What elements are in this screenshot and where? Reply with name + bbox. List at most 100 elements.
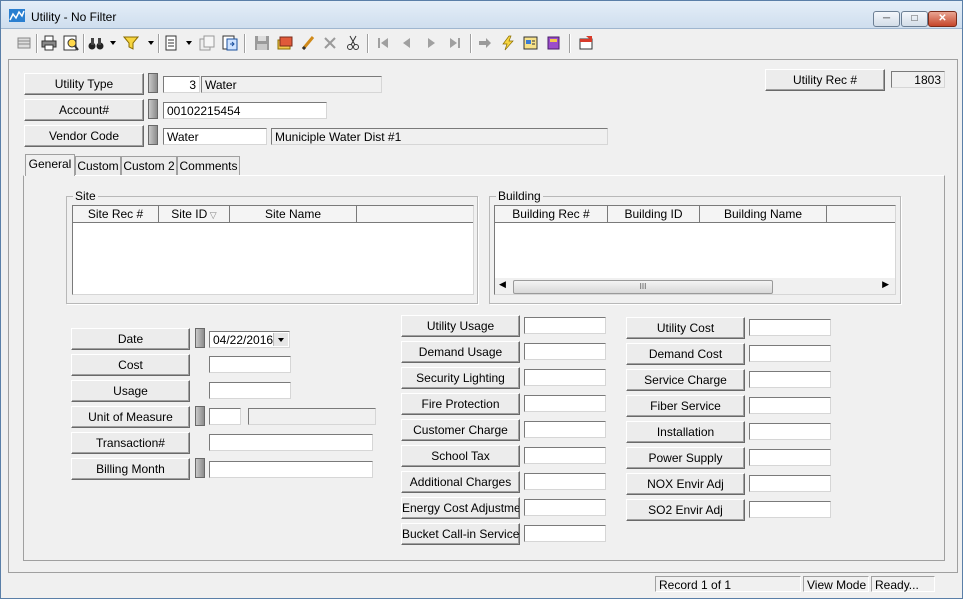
- building-col-name[interactable]: Building Name: [700, 206, 827, 223]
- goto-icon[interactable]: [475, 33, 495, 53]
- installation-field[interactable]: [749, 423, 831, 440]
- import-icon[interactable]: [220, 33, 240, 53]
- print-icon[interactable]: [39, 33, 59, 53]
- tab-comments[interactable]: Comments: [177, 156, 240, 175]
- security-lighting-button[interactable]: Security Lighting: [401, 367, 520, 389]
- report-icon[interactable]: [521, 33, 541, 53]
- customer-charge-field[interactable]: [524, 421, 606, 438]
- school-tax-field[interactable]: [524, 447, 606, 464]
- fire-protection-button[interactable]: Fire Protection: [401, 393, 520, 415]
- utility-cost-button[interactable]: Utility Cost: [626, 317, 745, 339]
- grid-view-icon[interactable]: [14, 33, 34, 53]
- building-scroll-thumb[interactable]: III: [513, 280, 773, 294]
- unit-of-measure-button[interactable]: Unit of Measure: [71, 406, 190, 428]
- demand-usage-field[interactable]: [524, 343, 606, 360]
- chevron-down-icon[interactable]: [273, 333, 288, 346]
- transaction-button[interactable]: Transaction#: [71, 432, 190, 454]
- additional-charges-field[interactable]: [524, 473, 606, 490]
- scroll-left-icon[interactable]: ◀: [499, 279, 506, 290]
- new-record-icon[interactable]: [161, 33, 181, 53]
- site-col-rec[interactable]: Site Rec #: [73, 206, 159, 223]
- transaction-field[interactable]: [209, 434, 373, 451]
- building-grid[interactable]: Building Rec # Building ID Building Name…: [494, 205, 896, 295]
- close-button[interactable]: ✕: [928, 11, 957, 27]
- demand-cost-field[interactable]: [749, 345, 831, 362]
- service-charge-button[interactable]: Service Charge: [626, 369, 745, 391]
- edit-icon[interactable]: [298, 33, 318, 53]
- utility-type-code-field[interactable]: 3: [163, 76, 200, 93]
- last-record-icon[interactable]: [445, 33, 465, 53]
- print-preview-icon[interactable]: [61, 33, 81, 53]
- usage-button[interactable]: Usage: [71, 380, 190, 402]
- site-col-id[interactable]: Site ID ▽: [159, 206, 230, 223]
- new-record-dropdown-icon[interactable]: [186, 41, 192, 45]
- power-supply-field[interactable]: [749, 449, 831, 466]
- date-button[interactable]: Date: [71, 328, 190, 350]
- installation-button[interactable]: Installation: [626, 421, 745, 443]
- nox-envir-adj-field[interactable]: [749, 475, 831, 492]
- book-icon[interactable]: [544, 33, 564, 53]
- vendor-code-lookup-handle[interactable]: [148, 125, 158, 145]
- vendor-code-field[interactable]: Water: [163, 128, 267, 145]
- bucket-call-in-service-button[interactable]: Bucket Call-in Service: [401, 523, 520, 545]
- demand-cost-button[interactable]: Demand Cost: [626, 343, 745, 365]
- account-button[interactable]: Account#: [24, 99, 144, 121]
- undo-icon[interactable]: [275, 33, 295, 53]
- fire-protection-field[interactable]: [524, 395, 606, 412]
- maximize-button[interactable]: □: [901, 11, 928, 27]
- utility-usage-button[interactable]: Utility Usage: [401, 315, 520, 337]
- building-hscrollbar[interactable]: ◀ III ▶: [495, 278, 895, 294]
- customer-charge-button[interactable]: Customer Charge: [401, 419, 520, 441]
- energy-cost-adjustment-field[interactable]: [524, 499, 606, 516]
- fiber-service-button[interactable]: Fiber Service: [626, 395, 745, 417]
- date-lookup-handle[interactable]: [195, 328, 205, 348]
- account-lookup-handle[interactable]: [148, 99, 158, 119]
- fiber-service-field[interactable]: [749, 397, 831, 414]
- site-grid[interactable]: Site Rec # Site ID ▽ Site Name: [72, 205, 474, 295]
- demand-usage-button[interactable]: Demand Usage: [401, 341, 520, 363]
- tab-general[interactable]: General: [25, 154, 75, 176]
- binoculars-dropdown-icon[interactable]: [110, 41, 116, 45]
- account-field[interactable]: 00102215454: [163, 102, 327, 119]
- delete-icon[interactable]: [320, 33, 340, 53]
- nox-envir-adj-button[interactable]: NOX Envir Adj: [626, 473, 745, 495]
- cost-field[interactable]: [209, 356, 291, 373]
- save-icon[interactable]: [252, 33, 272, 53]
- tab-custom-2[interactable]: Custom 2: [121, 156, 177, 175]
- security-lighting-field[interactable]: [524, 369, 606, 386]
- billing-month-lookup-handle[interactable]: [195, 458, 205, 478]
- date-combo[interactable]: 04/22/2016: [209, 331, 290, 348]
- filter-icon[interactable]: [121, 33, 141, 53]
- so2-envir-adj-button[interactable]: SO2 Envir Adj: [626, 499, 745, 521]
- so2-envir-adj-field[interactable]: [749, 501, 831, 518]
- utility-type-button[interactable]: Utility Type: [24, 73, 144, 95]
- bucket-call-in-service-field[interactable]: [524, 525, 606, 542]
- energy-cost-adjustment-button[interactable]: Energy Cost Adjustment: [401, 497, 520, 519]
- additional-charges-button[interactable]: Additional Charges: [401, 471, 520, 493]
- filter-dropdown-icon[interactable]: [148, 41, 154, 45]
- scroll-right-icon[interactable]: ▶: [882, 279, 889, 290]
- billing-month-field[interactable]: [209, 461, 373, 478]
- building-col-id[interactable]: Building ID: [608, 206, 700, 223]
- copy-record-icon[interactable]: [197, 33, 217, 53]
- utility-cost-field[interactable]: [749, 319, 831, 336]
- next-record-icon[interactable]: [421, 33, 441, 53]
- vendor-code-button[interactable]: Vendor Code: [24, 125, 144, 147]
- exit-icon[interactable]: [576, 33, 596, 53]
- lightning-icon[interactable]: [498, 33, 518, 53]
- power-supply-button[interactable]: Power Supply: [626, 447, 745, 469]
- building-col-rec[interactable]: Building Rec #: [495, 206, 608, 223]
- utility-type-lookup-handle[interactable]: [148, 73, 158, 93]
- site-col-name[interactable]: Site Name: [230, 206, 357, 223]
- title-bar[interactable]: Utility - No Filter ─ □ ✕: [1, 1, 962, 29]
- unit-of-measure-lookup-handle[interactable]: [195, 406, 205, 426]
- first-record-icon[interactable]: [373, 33, 393, 53]
- cost-button[interactable]: Cost: [71, 354, 190, 376]
- unit-of-measure-code-field[interactable]: [209, 408, 241, 425]
- utility-usage-field[interactable]: [524, 317, 606, 334]
- utility-rec-button[interactable]: Utility Rec #: [765, 69, 885, 91]
- usage-field[interactable]: [209, 382, 291, 399]
- tab-custom[interactable]: Custom: [75, 156, 121, 175]
- billing-month-button[interactable]: Billing Month: [71, 458, 190, 480]
- service-charge-field[interactable]: [749, 371, 831, 388]
